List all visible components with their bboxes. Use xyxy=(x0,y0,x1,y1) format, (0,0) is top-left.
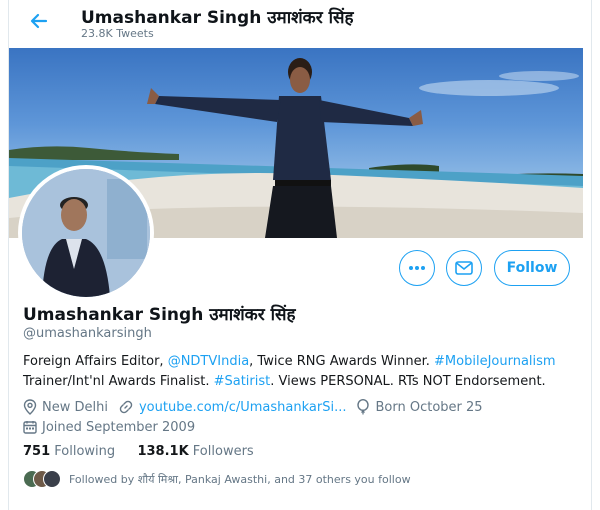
following-label: Following xyxy=(54,444,116,459)
profile-avatar[interactable] xyxy=(18,165,154,301)
location-text: New Delhi xyxy=(42,399,108,415)
joined-item: Joined September 2009 xyxy=(23,420,195,435)
location-item: New Delhi xyxy=(23,399,108,415)
message-button[interactable] xyxy=(446,250,482,286)
birthday-text: Born October 25 xyxy=(375,399,483,415)
followers-count: 138.1K xyxy=(137,444,189,459)
profile-name: Umashankar Singh उमाशंकर सिंह xyxy=(23,305,296,325)
more-options-button[interactable] xyxy=(399,250,435,286)
profile-bio: Foreign Affairs Editor, @NDTVIndia, Twic… xyxy=(23,352,568,392)
bio-text: Trainer/Int'nl Awards Finalist. xyxy=(23,374,214,389)
location-pin-icon xyxy=(23,399,37,415)
website-item[interactable]: youtube.com/c/UmashankarSi... xyxy=(118,399,347,415)
followed-by-text: Followed by शौर्य मिश्रा, Pankaj Awasthi… xyxy=(69,472,411,486)
header-name: Umashankar Singh उमाशंकर सिंह xyxy=(81,8,354,28)
mini-avatar xyxy=(43,470,61,488)
birthday-item: Born October 25 xyxy=(356,399,483,415)
calendar-icon xyxy=(23,421,37,434)
following-link[interactable]: 751 Following xyxy=(23,444,115,459)
following-count: 751 xyxy=(23,444,51,459)
bio-mention-link[interactable]: @NDTVIndia xyxy=(168,354,249,369)
followed-by-row[interactable]: Followed by शौर्य मिश्रा, Pankaj Awasthi… xyxy=(23,470,411,488)
envelope-icon xyxy=(455,261,473,275)
header-tweet-count: 23.8K Tweets xyxy=(81,27,154,40)
balloon-icon xyxy=(357,399,370,415)
bio-text: Foreign Affairs Editor, xyxy=(23,354,168,369)
bio-text: , Twice RNG Awards Winner. xyxy=(249,354,435,369)
bio-hashtag-link[interactable]: #MobileJournalism xyxy=(434,354,556,369)
bio-hashtag-link[interactable]: #Satirist xyxy=(214,374,271,389)
follow-stats: 751 Following 138.1K Followers xyxy=(23,444,254,459)
back-arrow-icon[interactable] xyxy=(28,10,50,32)
profile-meta: New Delhi youtube.com/c/UmashankarSi... … xyxy=(23,397,578,437)
avatar-photo xyxy=(22,169,150,297)
joined-text: Joined September 2009 xyxy=(42,419,196,435)
followers-link[interactable]: 138.1K Followers xyxy=(137,444,253,459)
follow-button[interactable]: Follow xyxy=(494,250,570,286)
follower-avatars xyxy=(23,470,63,488)
more-dots-icon xyxy=(409,266,425,270)
link-icon xyxy=(119,400,133,414)
bio-text: . Views PERSONAL. RTs NOT Endorsement. xyxy=(270,374,546,389)
profile-handle: @umashankarsingh xyxy=(23,326,152,341)
website-link[interactable]: youtube.com/c/UmashankarSi... xyxy=(139,400,347,415)
followers-label: Followers xyxy=(192,444,254,459)
